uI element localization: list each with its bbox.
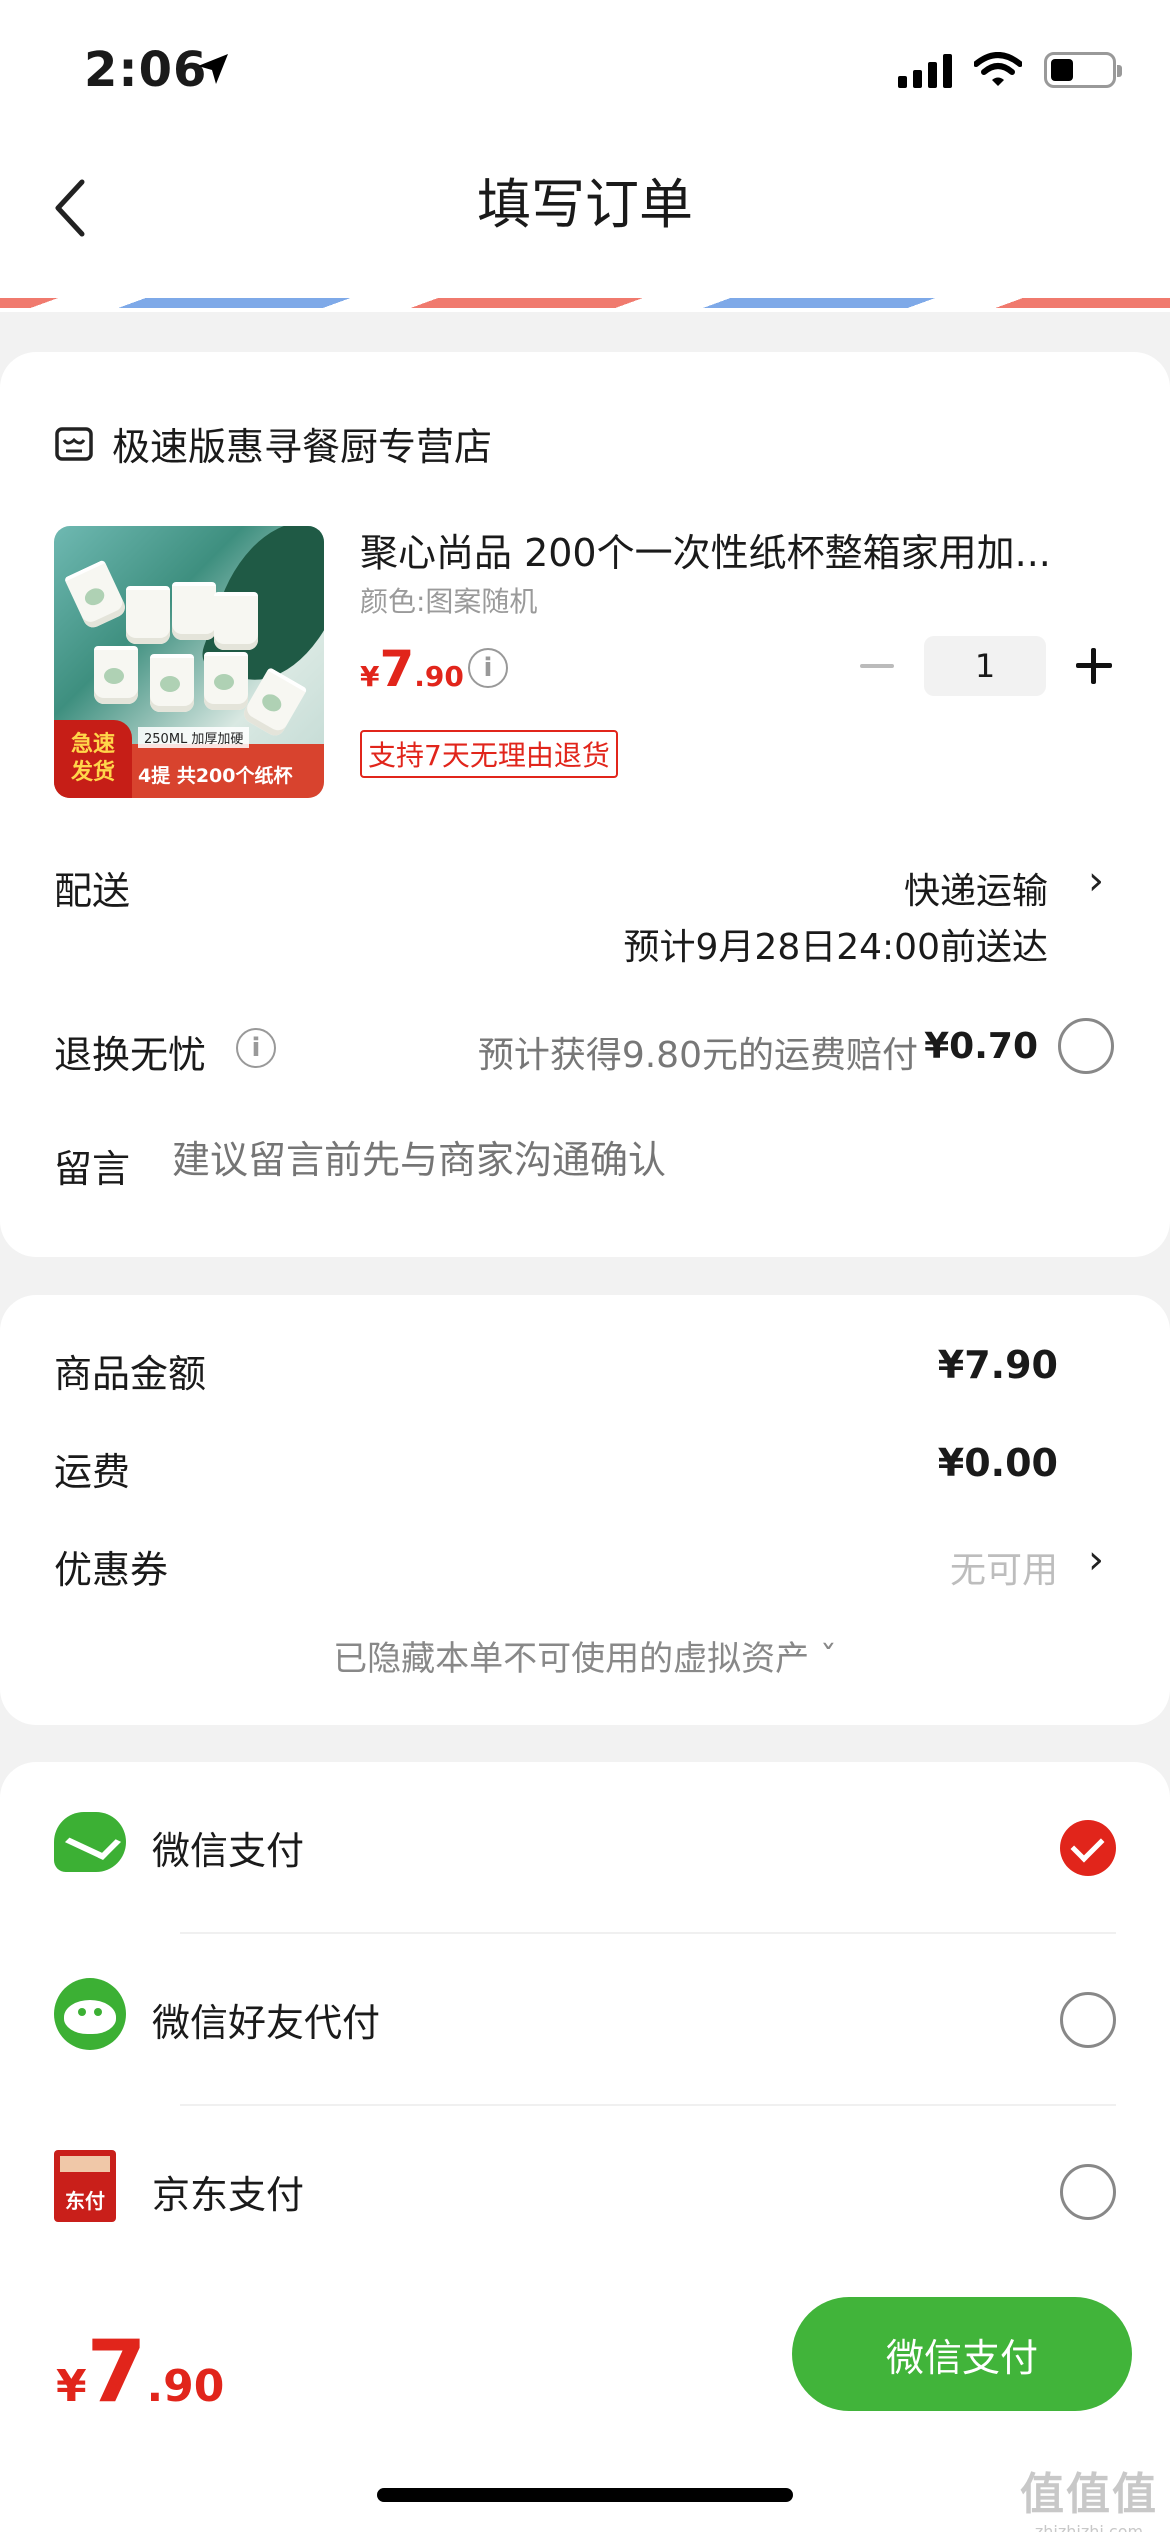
- return-insurance-radio[interactable]: [1058, 1018, 1114, 1074]
- message-label: 留言: [54, 1147, 131, 1191]
- shop-row[interactable]: 极速版惠寻餐厨专营店: [54, 416, 492, 471]
- hidden-assets-toggle[interactable]: 已隐藏本单不可使用的虚拟资产 ˇ: [0, 1631, 1170, 1680]
- payment-methods-card: 微信支付 微信好友代付 东付 京东支付: [0, 1762, 1170, 2277]
- location-arrow-icon: [198, 54, 228, 84]
- goods-amount-value: ¥7.90: [937, 1343, 1058, 1387]
- coupon-label: 优惠券: [54, 1548, 169, 1592]
- totals-card: 商品金额 ¥7.90 运费 ¥0.00 优惠券 无可用 › 已隐藏本单不可使用的…: [0, 1295, 1170, 1725]
- decrease-quantity-button[interactable]: [860, 664, 894, 668]
- quantity-input[interactable]: 1: [924, 636, 1046, 696]
- message-input[interactable]: [172, 1138, 1072, 1182]
- payment-option-wechat-friend[interactable]: 微信好友代付: [0, 1934, 1170, 2104]
- payment-option-label: 微信好友代付: [152, 2001, 381, 2045]
- product-image[interactable]: 250ML 加厚加硬 4提 共200个纸杯 急速 发货: [54, 526, 324, 798]
- jd-pay-icon: 东付: [54, 2150, 116, 2222]
- return-insurance-price: ¥0.70: [924, 1026, 1038, 1067]
- payment-option-label: 京东支付: [152, 2173, 305, 2217]
- return-policy-tag: 支持7天无理由退货: [360, 730, 618, 778]
- order-total: ¥7.90: [56, 2322, 225, 2422]
- product-image-caption-small: 250ML 加厚加硬: [138, 727, 250, 748]
- product-price: ¥7.90: [360, 640, 464, 698]
- status-icons: [898, 52, 1122, 88]
- payment-radio[interactable]: [1060, 2164, 1116, 2220]
- delivery-chevron-icon[interactable]: ›: [1088, 858, 1104, 904]
- quantity-stepper: 1: [860, 636, 1112, 696]
- goods-amount-label: 商品金额: [54, 1352, 207, 1396]
- top-bar: 2:06 填写订单: [0, 0, 1170, 290]
- payment-radio-selected[interactable]: [1060, 1820, 1116, 1876]
- return-insurance-info-icon[interactable]: i: [236, 1028, 276, 1068]
- page-title: 填写订单: [477, 173, 693, 236]
- status-time: 2:06: [84, 42, 208, 98]
- cellular-signal-icon: [898, 52, 952, 88]
- wechat-friend-pay-icon: [54, 1978, 126, 2050]
- airmail-border: [0, 290, 1170, 312]
- payment-option-label: 微信支付: [152, 1829, 305, 1873]
- order-card: 极速版惠寻餐厨专营店 250ML 加厚加硬 4提 共200个纸杯 急速 发货 聚…: [0, 352, 1170, 1257]
- payment-radio[interactable]: [1060, 1992, 1116, 2048]
- wifi-icon: [974, 52, 1022, 86]
- increase-quantity-button[interactable]: [1076, 648, 1112, 684]
- home-indicator[interactable]: [377, 2488, 793, 2502]
- coupon-value[interactable]: 无可用: [950, 1541, 1058, 1593]
- store-icon: [55, 426, 93, 461]
- product-title[interactable]: 聚心尚品 200个一次性纸杯整箱家用加...: [360, 522, 1120, 577]
- return-insurance-desc: 预计获得9.80元的运费赔付: [477, 1035, 918, 1076]
- delivery-label: 配送: [54, 869, 131, 913]
- payment-option-jd[interactable]: 东付 京东支付: [0, 2106, 1170, 2276]
- return-insurance-label: 退换无忧: [54, 1033, 207, 1077]
- product-variant[interactable]: 颜色:图案随机: [360, 580, 537, 620]
- payment-option-wechat[interactable]: 微信支付: [0, 1762, 1170, 1932]
- price-info-icon[interactable]: i: [468, 648, 508, 688]
- delivery-eta: 预计9月28日24:00前送达: [623, 927, 1048, 968]
- delivery-method[interactable]: 快递运输: [904, 862, 1048, 914]
- coupon-chevron-icon[interactable]: ›: [1088, 1537, 1104, 1583]
- wechat-pay-icon: [54, 1812, 126, 1872]
- shipping-label: 运费: [54, 1450, 131, 1494]
- shipping-value: ¥0.00: [937, 1441, 1058, 1485]
- battery-icon: [1044, 52, 1122, 88]
- shop-name: 极速版惠寻餐厨专营店: [112, 425, 493, 469]
- product-image-caption: 4提 共200个纸杯: [138, 765, 293, 787]
- pay-button[interactable]: 微信支付: [792, 2297, 1132, 2411]
- watermark: 值值值 zhizhizhi.com: [1020, 2469, 1158, 2532]
- fast-shipping-badge: 急速 发货: [54, 720, 132, 798]
